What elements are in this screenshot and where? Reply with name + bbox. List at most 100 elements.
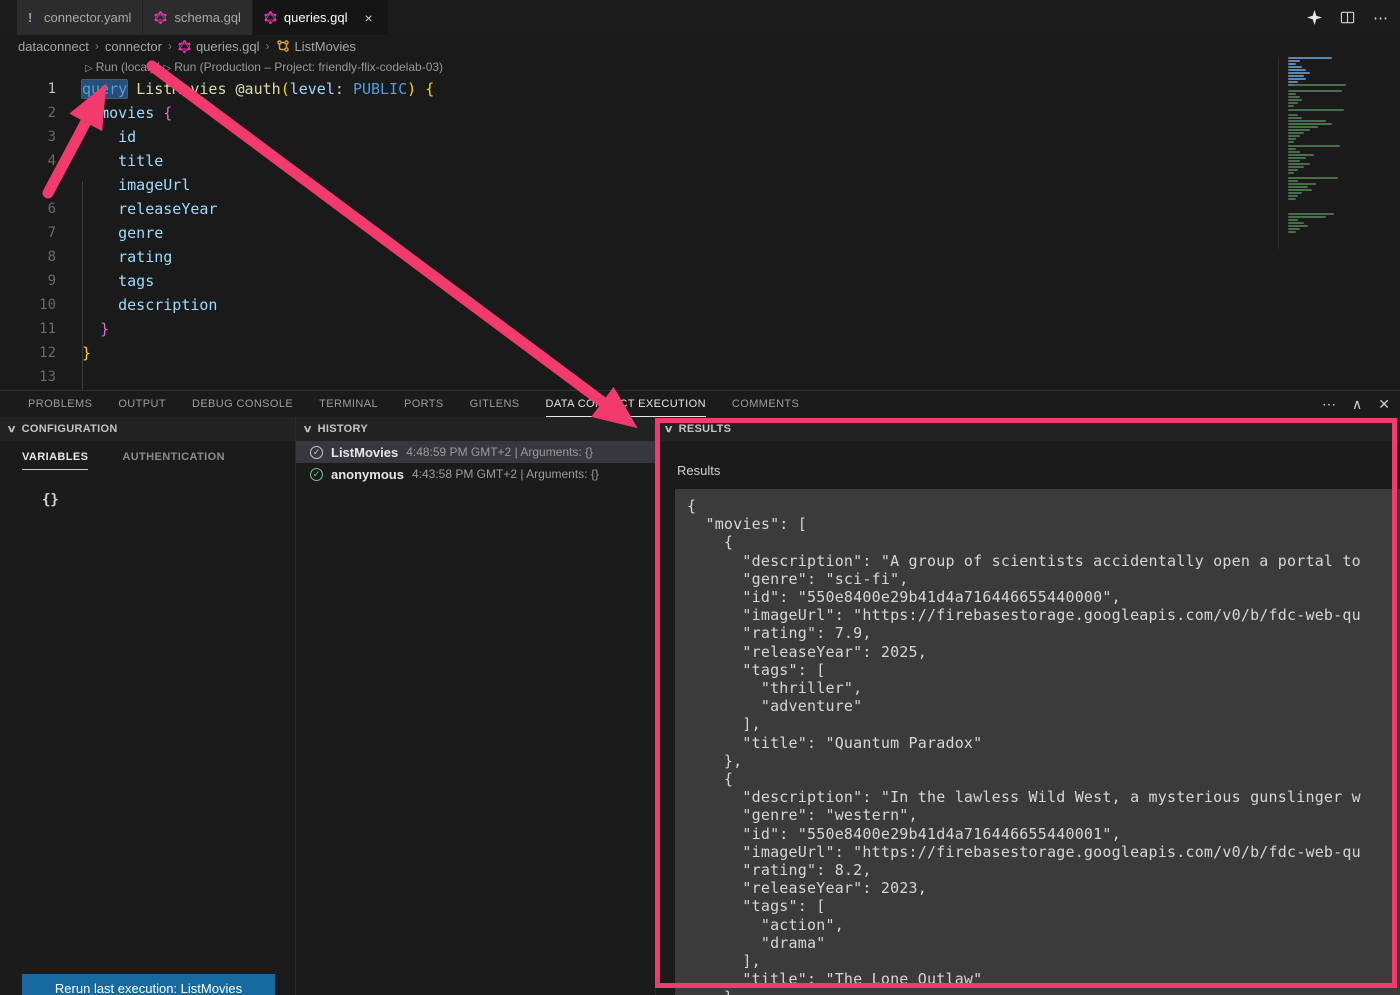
- yaml-warning-icon: !: [28, 10, 37, 25]
- minimap-code-block: [1288, 57, 1393, 87]
- chevron-down-icon: ∨: [663, 424, 674, 435]
- line-number: 4: [0, 149, 56, 173]
- graphql-icon: [178, 40, 191, 53]
- indent-guide: [82, 181, 83, 421]
- variables-value[interactable]: {}: [42, 492, 295, 508]
- code-line-1[interactable]: 1query ListMovies @auth(level: PUBLIC) {: [0, 77, 1400, 101]
- line-number: 1: [0, 77, 56, 101]
- line-number: 2: [0, 101, 56, 125]
- code-line-2[interactable]: 2 movies {: [0, 101, 1400, 125]
- configuration-header[interactable]: ∨ CONFIGURATION: [0, 417, 295, 441]
- minimap-code-block: [1288, 145, 1393, 175]
- minimap-code-block: [1288, 177, 1393, 201]
- breadcrumb-separator: ›: [167, 39, 173, 53]
- split-editor-icon[interactable]: [1340, 10, 1355, 25]
- line-number: 7: [0, 221, 56, 245]
- line-number: 8: [0, 245, 56, 269]
- panel-tab-gitlens[interactable]: GITLENS: [470, 392, 520, 416]
- maximize-panel-icon[interactable]: ∧: [1352, 396, 1362, 413]
- minimap-code-block: [1288, 213, 1393, 234]
- breadcrumb: dataconnect›connector›queries.gql›ListMo…: [0, 35, 1400, 57]
- code-line-5[interactable]: 5 imageUrl: [0, 173, 1400, 197]
- editor-tab-queries-gql[interactable]: queries.gql ×: [253, 0, 388, 35]
- line-number: 5: [0, 173, 56, 197]
- check-circle-icon: ✓: [310, 446, 323, 459]
- panel-tab-problems[interactable]: PROBLEMS: [28, 392, 92, 416]
- config-tab-authentication[interactable]: AUTHENTICATION: [122, 451, 225, 470]
- sparkle-icon[interactable]: [1307, 10, 1322, 25]
- breadcrumb-separator: ›: [94, 39, 100, 53]
- panel-tab-debug-console[interactable]: DEBUG CONSOLE: [192, 392, 293, 416]
- history-meta: 4:48:59 PM GMT+2 | Arguments: {}: [406, 445, 593, 459]
- panel-tab-data-connect-execution[interactable]: DATA CONNECT EXECUTION: [546, 392, 706, 417]
- chevron-down-icon: ∨: [6, 424, 17, 435]
- history-row-ListMovies[interactable]: ✓ ListMovies 4:48:59 PM GMT+2 | Arguments:…: [296, 441, 655, 463]
- code-line-9[interactable]: 9 tags: [0, 269, 1400, 293]
- line-number: 11: [0, 317, 56, 341]
- code-line-3[interactable]: 3 id: [0, 125, 1400, 149]
- results-label: Results: [677, 463, 1400, 478]
- line-number: 10: [0, 293, 56, 317]
- code-line-4[interactable]: 4 title: [0, 149, 1400, 173]
- config-tab-variables[interactable]: VARIABLES: [22, 451, 88, 470]
- code-line-6[interactable]: 6 releaseYear: [0, 197, 1400, 221]
- breadcrumb-item-dataconnect[interactable]: dataconnect: [18, 39, 89, 54]
- editor-tab-connector-yaml[interactable]: ! connector.yaml: [17, 0, 142, 35]
- panel-tab-ports[interactable]: PORTS: [404, 392, 444, 416]
- line-number: 12: [0, 341, 56, 365]
- breadcrumb-item-ListMovies[interactable]: ListMovies: [276, 39, 356, 54]
- rerun-last-execution-button[interactable]: Rerun last execution: ListMovies: [22, 974, 275, 995]
- results-json-text: { "movies": [ { "description": "A group …: [675, 489, 1400, 995]
- graphql-icon: [264, 11, 277, 24]
- history-pane: ∨ HISTORY ✓ ListMovies 4:48:59 PM GMT+2 | …: [296, 417, 656, 995]
- code-line-13[interactable]: 13: [0, 365, 1400, 389]
- history-meta: 4:43:58 PM GMT+2 | Arguments: {}: [412, 467, 599, 481]
- run-production-link[interactable]: ▷Run (Production – Project: friendly-fli…: [164, 60, 444, 74]
- code-line-7[interactable]: 7 genre: [0, 221, 1400, 245]
- code-line-10[interactable]: 10 description: [0, 293, 1400, 317]
- history-query-name: ListMovies: [331, 445, 398, 460]
- line-number: 6: [0, 197, 56, 221]
- panel-tab-comments[interactable]: COMMENTS: [732, 392, 799, 416]
- editor-tab-schema-gql[interactable]: schema.gql: [143, 0, 251, 35]
- minimap[interactable]: [1284, 57, 1397, 252]
- panel-tab-terminal[interactable]: TERMINAL: [319, 392, 378, 416]
- tab-label: queries.gql: [284, 10, 348, 25]
- tab-label: connector.yaml: [44, 10, 131, 25]
- minimap-code-block: [1288, 90, 1393, 108]
- vscode-window: !connector.yamlschema.gqlqueries.gql× ⋯ …: [0, 0, 1400, 995]
- codelens-separator: |: [157, 60, 163, 74]
- editor-tab-bar: ! connector.yaml schema.gql queries.gql × ⋯: [0, 0, 1400, 35]
- line-number: 13: [0, 365, 56, 389]
- titlebar-actions: ⋯: [1307, 0, 1388, 35]
- panel-tab-output[interactable]: OUTPUT: [118, 392, 166, 416]
- run-local-link[interactable]: ▷Run (local): [85, 60, 154, 74]
- check-circle-icon: ✓: [310, 468, 323, 481]
- results-header[interactable]: ∨ RESULTS: [657, 417, 1400, 441]
- panel-tab-bar: PROBLEMS OUTPUT DEBUG CONSOLE TERMINAL PORTS…: [0, 391, 1400, 417]
- results-pane: ∨ RESULTS Results { "movies": [ { "descr…: [657, 417, 1400, 995]
- more-actions-icon[interactable]: ⋯: [1322, 396, 1336, 413]
- graphql-icon: [154, 11, 167, 24]
- minimap-separator: [1278, 57, 1279, 249]
- results-json-block[interactable]: { "movies": [ { "description": "A group …: [675, 489, 1400, 995]
- minimap-code-block: [1288, 84, 1393, 87]
- configuration-pane: ∨ CONFIGURATION VARIABLESAUTHENTICATION …: [0, 417, 296, 995]
- minimap-code-block: [1288, 109, 1393, 112]
- code-editor[interactable]: ▷Run (local) | ▷Run (Production – Projec…: [0, 57, 1400, 390]
- chevron-down-icon: ∨: [302, 424, 313, 435]
- operation-icon: [276, 39, 290, 53]
- close-panel-icon[interactable]: ✕: [1378, 396, 1390, 413]
- code-line-8[interactable]: 8 rating: [0, 245, 1400, 269]
- breadcrumb-item-connector[interactable]: connector: [105, 39, 162, 54]
- history-row-anonymous[interactable]: ✓anonymous4:43:58 PM GMT+2 | Arguments: …: [296, 463, 655, 485]
- run-icon: ▷: [85, 63, 93, 74]
- code-line-11[interactable]: 11 }: [0, 317, 1400, 341]
- history-header[interactable]: ∨ HISTORY: [296, 417, 655, 441]
- close-tab-icon[interactable]: ×: [361, 10, 377, 26]
- more-actions-icon[interactable]: ⋯: [1373, 9, 1388, 27]
- breadcrumb-item-queries-gql[interactable]: queries.gql: [178, 39, 260, 54]
- codelens-row: ▷Run (local) | ▷Run (Production – Projec…: [0, 57, 1400, 77]
- tab-label: schema.gql: [174, 10, 240, 25]
- code-line-12[interactable]: 12}: [0, 341, 1400, 365]
